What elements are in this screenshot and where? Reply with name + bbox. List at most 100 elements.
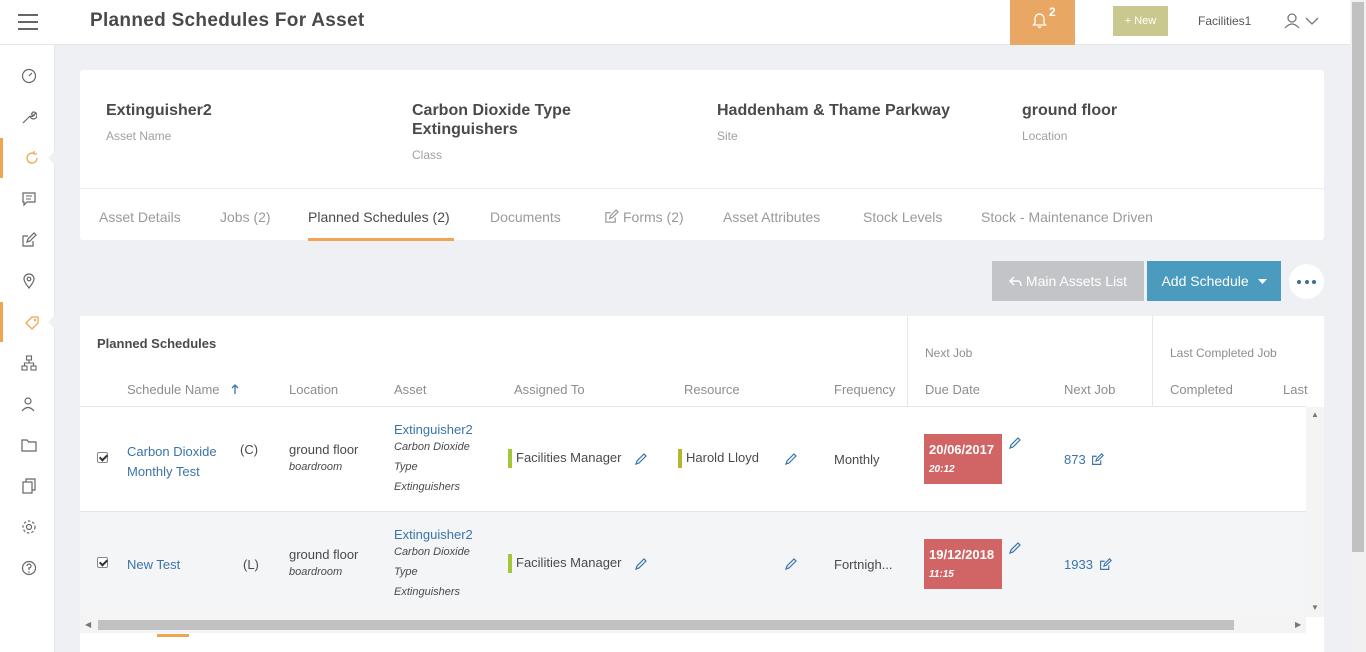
asset-name-label: Asset Name — [106, 129, 172, 143]
edit-due-date-pencil-icon[interactable] — [1009, 541, 1022, 554]
location-cell: ground floor boardroom — [289, 442, 358, 477]
schedule-name-link[interactable]: New Test — [127, 557, 180, 572]
gear-icon — [22, 520, 36, 534]
assigned-to-value: Facilities Manager — [516, 449, 622, 465]
sidebar-item-locations[interactable] — [0, 261, 55, 301]
asset-sub: Type — [394, 461, 418, 473]
sidebar — [0, 45, 56, 652]
copy-icon — [22, 478, 36, 494]
sidebar-item-hierarchy[interactable] — [0, 343, 55, 383]
asset-summary-card: Extinguisher2 Asset Name Carbon Dioxide … — [80, 70, 1324, 241]
tab-asset-attributes[interactable]: Asset Attributes — [723, 209, 820, 225]
page-scrollbar[interactable] — [1350, 0, 1366, 652]
due-time-value: 20:12 — [929, 464, 955, 475]
tab-asset-details[interactable]: Asset Details — [99, 209, 181, 225]
due-date-badge[interactable]: 20/06/2017 20:12 — [924, 434, 1002, 484]
sidebar-item-maintenance[interactable] — [0, 97, 55, 137]
row-checkbox[interactable] — [97, 452, 108, 463]
edit-assigned-pencil-icon[interactable] — [635, 557, 648, 570]
asset-sub: Carbon Dioxide — [394, 441, 470, 453]
col-header-schedule-name[interactable]: Schedule Name — [127, 382, 239, 397]
help-icon — [21, 560, 37, 576]
due-date-value: 19/12/2018 — [929, 547, 995, 562]
asset-site-value: Haddenham & Thame Parkway — [717, 102, 950, 119]
sidebar-item-dashboard[interactable] — [0, 56, 55, 96]
sidebar-item-forms[interactable] — [0, 220, 55, 260]
edit-due-date-pencil-icon[interactable] — [1009, 436, 1022, 449]
tag-icon — [25, 316, 39, 330]
asset-location-field: ground floor Location — [1022, 101, 1282, 143]
location-sub: boardroom — [289, 566, 343, 578]
due-date-value: 20/06/2017 — [929, 442, 995, 457]
due-date-badge[interactable]: 19/12/2018 11:15 — [924, 539, 1002, 589]
tab-jobs[interactable]: Jobs (2) — [220, 209, 271, 225]
main-assets-list-button[interactable]: Main Assets List — [992, 261, 1144, 301]
sidebar-item-documents[interactable] — [0, 425, 55, 465]
asset-link[interactable]: Extinguisher2 — [394, 527, 473, 542]
col-header-assigned-to[interactable]: Assigned To — [514, 382, 585, 397]
new-button[interactable]: + New — [1113, 6, 1168, 36]
col-header-last[interactable]: Last — [1283, 382, 1308, 397]
notifications-button[interactable]: 2 — [1010, 0, 1075, 45]
horizontal-scroll-thumb[interactable] — [98, 620, 1234, 630]
next-job-link[interactable]: 1933 — [1064, 557, 1112, 572]
wrench-icon — [22, 111, 37, 124]
sidebar-item-reports[interactable] — [0, 466, 55, 506]
add-schedule-button[interactable]: Add Schedule — [1147, 261, 1281, 301]
map-pin-icon — [23, 273, 35, 289]
col-header-next-job[interactable]: Next Job — [1064, 382, 1115, 397]
tab-forms[interactable]: Forms (2) — [604, 209, 684, 225]
col-header-location[interactable]: Location — [289, 382, 338, 397]
col-header-schedule-name-label: Schedule Name — [127, 382, 220, 397]
tab-stock-levels[interactable]: Stock Levels — [863, 209, 942, 225]
user-menu-icon[interactable] — [1284, 12, 1320, 30]
asset-site-label: Site — [717, 129, 738, 143]
open-job-icon — [1099, 558, 1112, 570]
schedule-name-line1: Carbon Dioxide — [127, 444, 217, 459]
location-value: ground floor — [289, 442, 359, 457]
tab-planned-schedules[interactable]: Planned Schedules (2) — [308, 209, 450, 225]
tab-documents[interactable]: Documents — [490, 209, 561, 225]
scroll-up-arrow-icon[interactable]: ▲ — [1311, 410, 1319, 419]
main-assets-list-label: Main Assets List — [1025, 273, 1128, 289]
menu-icon[interactable] — [18, 14, 38, 30]
sidebar-item-settings[interactable] — [0, 507, 55, 547]
group-header-last-completed: Last Completed Job — [1170, 346, 1277, 360]
asset-class-value: Carbon Dioxide Type Extinguishers — [412, 102, 571, 138]
table-vertical-scrollbar[interactable]: ▲ ▼ — [1306, 407, 1324, 617]
sort-ascending-icon — [231, 384, 239, 394]
bell-icon — [1032, 13, 1047, 29]
scroll-left-arrow-icon[interactable]: ◀ — [85, 620, 91, 629]
planned-schedules-table: Planned Schedules Next Job Last Complete… — [80, 316, 1324, 634]
more-options-button[interactable] — [1289, 264, 1324, 299]
sidebar-item-help[interactable] — [0, 548, 55, 588]
edit-assigned-pencil-icon[interactable] — [635, 452, 648, 465]
table-title: Planned Schedules — [97, 336, 217, 351]
col-header-asset[interactable]: Asset — [394, 382, 427, 397]
edit-resource-pencil-icon[interactable] — [785, 557, 798, 570]
tab-stock-maintenance-driven[interactable]: Stock - Maintenance Driven — [981, 209, 1153, 225]
sidebar-item-messages[interactable] — [0, 179, 55, 219]
schedule-name-link[interactable]: Carbon Dioxide Monthly Test — [127, 442, 217, 482]
col-header-frequency[interactable]: Frequency — [834, 382, 895, 397]
asset-link[interactable]: Extinguisher2 — [394, 422, 473, 437]
tab-forms-label: Forms (2) — [623, 209, 684, 225]
col-header-due-date[interactable]: Due Date — [925, 382, 980, 397]
location-value: ground floor — [289, 547, 359, 562]
asset-name-field: Extinguisher2 Asset Name — [106, 101, 366, 143]
scroll-right-arrow-icon[interactable]: ▶ — [1295, 620, 1301, 629]
location-cell: ground floor boardroom — [289, 547, 358, 582]
scroll-down-arrow-icon[interactable]: ▼ — [1311, 603, 1319, 612]
sidebar-item-schedules[interactable] — [0, 138, 56, 178]
row-checkbox[interactable] — [97, 557, 108, 568]
edit-resource-pencil-icon[interactable] — [785, 452, 798, 465]
col-header-resource[interactable]: Resource — [684, 382, 740, 397]
next-job-link[interactable]: 873 — [1064, 452, 1105, 467]
edit-icon — [22, 232, 37, 247]
assigned-to-value: Facilities Manager — [516, 554, 622, 570]
sidebar-item-assets[interactable] — [0, 302, 56, 342]
table-horizontal-scrollbar[interactable]: ◀ ▶ — [80, 616, 1306, 633]
user-name[interactable]: Facilities1 — [1198, 14, 1251, 28]
sidebar-item-contacts[interactable] — [0, 384, 55, 424]
col-header-completed[interactable]: Completed — [1170, 382, 1233, 397]
